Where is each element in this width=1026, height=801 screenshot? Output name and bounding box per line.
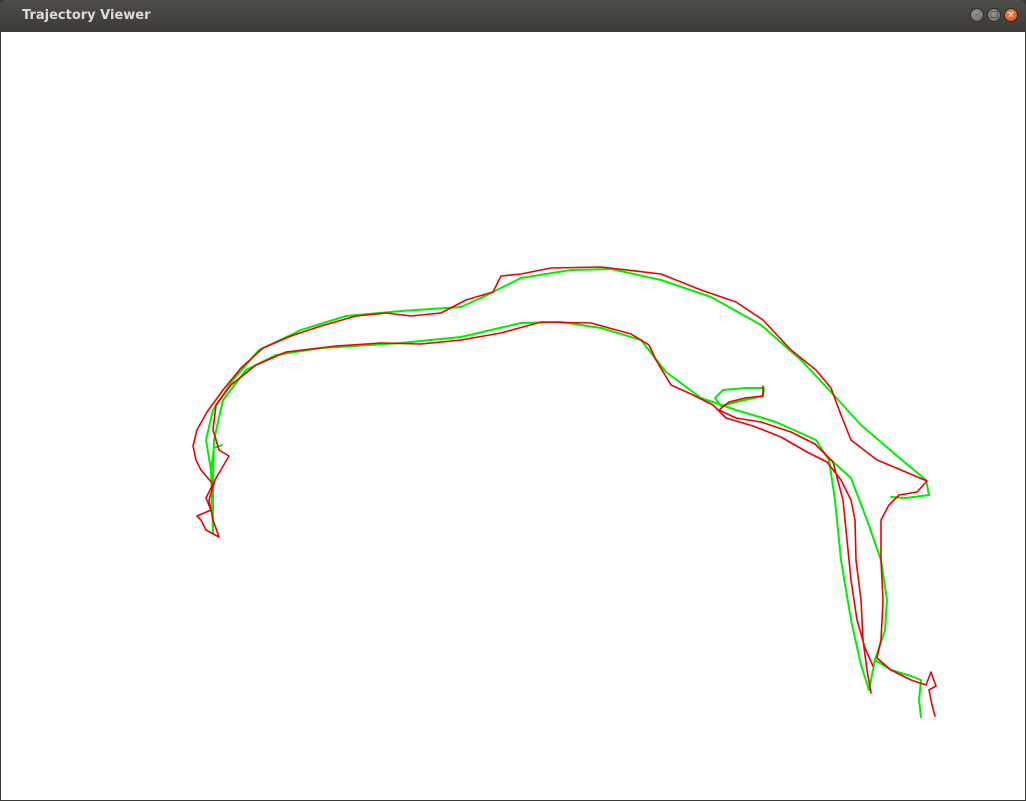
maximize-icon[interactable]: □ <box>987 8 1001 22</box>
trajectory-canvas[interactable] <box>1 32 1025 800</box>
app-window: Trajectory Viewer – □ × <box>0 0 1026 801</box>
window-title: Trajectory Viewer <box>22 8 151 23</box>
minimize-icon[interactable]: – <box>970 8 984 22</box>
window-controls: – □ × <box>970 8 1018 22</box>
ground-truth-trajectory <box>205 268 930 718</box>
estimated-trajectory <box>192 266 937 717</box>
title-bar[interactable]: Trajectory Viewer – □ × <box>0 0 1026 32</box>
trajectory-plot <box>192 266 937 718</box>
close-icon[interactable]: × <box>1004 8 1018 22</box>
